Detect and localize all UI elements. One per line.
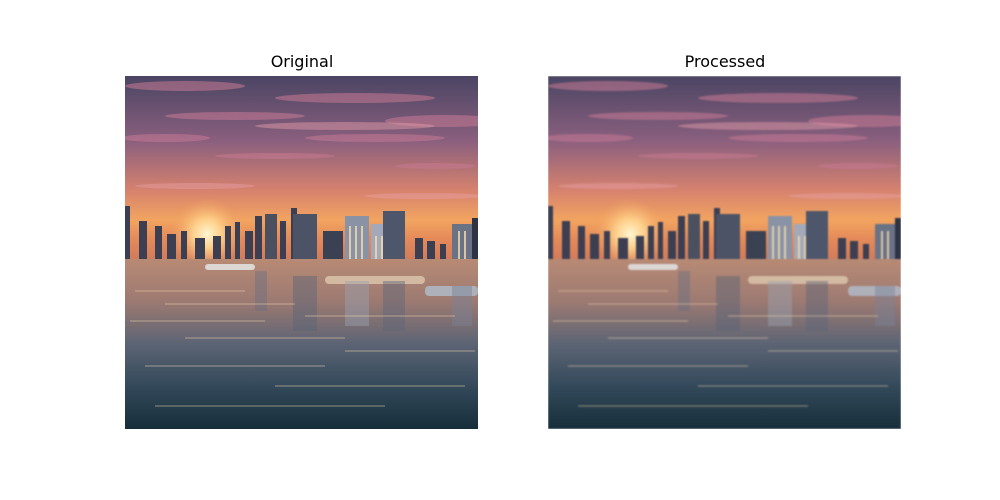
skyline-sunset-image <box>125 76 478 429</box>
image-processed <box>548 76 901 429</box>
skyline-sunset-image <box>548 76 901 429</box>
panel-title-original: Original <box>270 52 334 71</box>
figure: Original Processed <box>0 0 1000 500</box>
panel-processed: Processed <box>548 50 902 429</box>
panel-original: Original <box>125 50 479 429</box>
image-original <box>125 76 478 429</box>
panel-title-processed: Processed <box>684 52 766 71</box>
